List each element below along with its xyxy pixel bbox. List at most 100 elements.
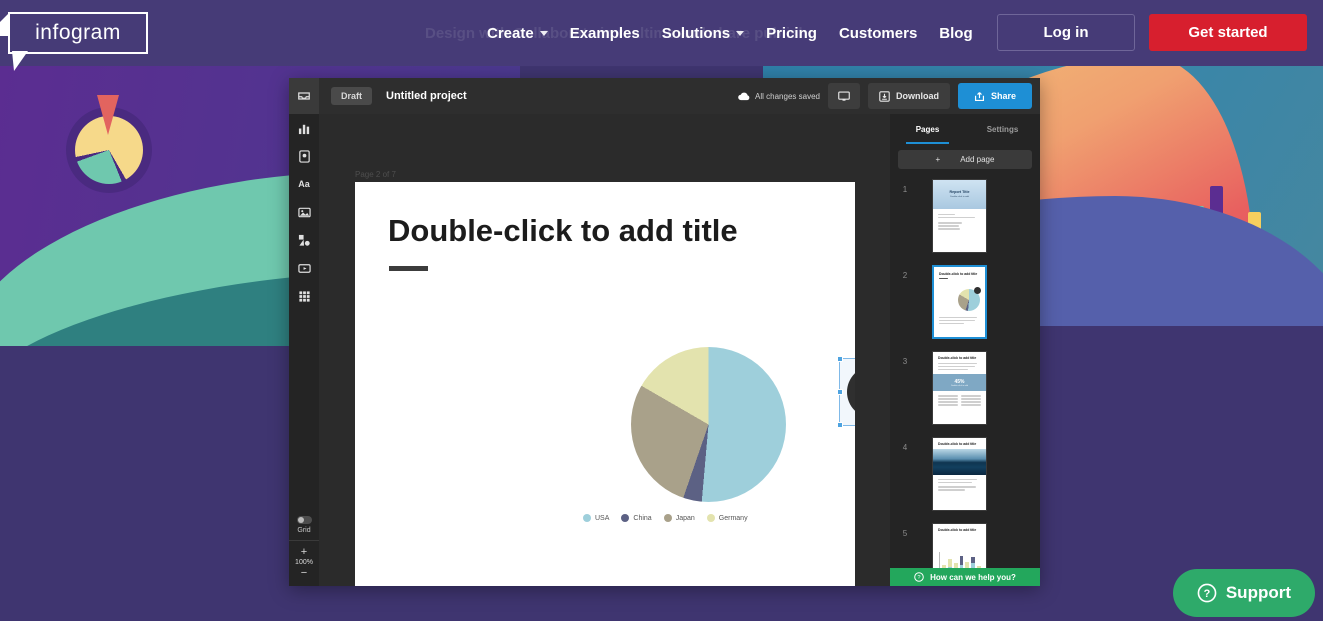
- grid-toggle-group: Grid: [289, 516, 319, 540]
- page-number: 3: [902, 357, 908, 366]
- map-icon[interactable]: [289, 142, 319, 170]
- resize-handle-middle-left[interactable]: [837, 389, 843, 395]
- infogram-logo[interactable]: infogram: [0, 12, 148, 71]
- legend-color-dot: [583, 514, 591, 522]
- save-status: All changes saved: [738, 92, 820, 101]
- question-circle-icon: ?: [1197, 583, 1217, 603]
- page-thumbnail-4[interactable]: Double-click to add title: [932, 437, 987, 511]
- pie-chart-legend: USA China Japan Germany: [583, 514, 748, 522]
- nav-item-create[interactable]: Create: [487, 25, 548, 42]
- page-thumbnail-list: 1 Report Title Double-click to add 2 Double-…: [890, 179, 1040, 586]
- svg-text:?: ?: [918, 575, 921, 581]
- thumbnail-content: Double-click to add title: [934, 267, 985, 337]
- legend-item-usa: USA: [583, 514, 609, 522]
- grid-toggle-label: Grid: [297, 527, 311, 534]
- download-button[interactable]: Download: [867, 83, 950, 109]
- nav-item-customers[interactable]: Customers: [839, 25, 917, 42]
- main-nav: Create Examples Solutions Pricing Customers B…: [487, 0, 973, 66]
- panel-tabs: Pages Settings: [890, 114, 1040, 144]
- chevron-down-icon: [539, 30, 548, 36]
- pie-chart[interactable]: [631, 347, 786, 502]
- page-number: 4: [902, 443, 908, 452]
- page-thumbnail-row: 2 Double-click to add title: [890, 265, 1040, 351]
- chart-icon[interactable]: [289, 114, 319, 142]
- decorative-pie-icon: [66, 95, 152, 193]
- nav-item-examples[interactable]: Examples: [570, 25, 640, 42]
- nav-item-blog[interactable]: Blog: [939, 25, 972, 42]
- nav-item-label: Blog: [939, 24, 973, 42]
- tab-settings[interactable]: Settings: [965, 114, 1040, 144]
- page-thumbnail-3[interactable]: Double-click to add title 45% Double-click…: [932, 351, 987, 425]
- legend-color-dot: [706, 514, 715, 522]
- share-button[interactable]: Share: [957, 83, 1032, 109]
- video-icon[interactable]: [289, 254, 319, 282]
- title-divider-rule: [389, 266, 428, 271]
- site-header: infogram Design with Collaborate in real…: [0, 0, 1323, 71]
- logo-text: infogram: [35, 21, 121, 44]
- support-label: Support: [1225, 583, 1291, 602]
- preview-button[interactable]: [827, 83, 860, 109]
- grid-icon[interactable]: [289, 282, 319, 310]
- nav-item-label: Examples: [569, 24, 640, 42]
- legend-item-japan: Japan: [663, 514, 695, 522]
- help-bar[interactable]: ? How can we help you?: [890, 568, 1040, 586]
- editor-topbar-actions: All changes saved Download Share: [738, 83, 1032, 109]
- project-home-icon[interactable]: [289, 78, 319, 114]
- monitor-icon: [838, 90, 850, 101]
- project-title[interactable]: Untitled project: [386, 90, 467, 102]
- legend-label: USA: [595, 514, 610, 522]
- shapes-icon[interactable]: [289, 226, 319, 254]
- thumbnail-content: Report Title Double-click to add: [933, 180, 986, 252]
- editor-tool-rail: Aa Grid + 100% −: [289, 114, 319, 586]
- page-thumbnail-2[interactable]: Double-click to add title: [932, 265, 987, 339]
- thumbnail-content: Double-click to add title: [933, 438, 986, 510]
- page-thumbnail-1[interactable]: Report Title Double-click to add: [932, 179, 987, 253]
- tool-rail-bottom: Grid + 100% −: [289, 516, 319, 586]
- grid-toggle-switch[interactable]: [296, 516, 312, 524]
- draft-status-badge: Draft: [331, 87, 373, 105]
- add-page-button[interactable]: + Add page: [898, 150, 1032, 169]
- nav-item-label: Pricing: [766, 24, 817, 42]
- zoom-controls: + 100% −: [289, 540, 319, 586]
- cloud-icon: [738, 92, 750, 100]
- image-icon[interactable]: [289, 198, 319, 226]
- page-number: 5: [902, 529, 908, 538]
- slide-title[interactable]: Double-click to add title: [388, 213, 738, 249]
- page-thumbnail-row: 4 Double-click to add title: [890, 437, 1040, 523]
- nav-item-label: Create: [487, 24, 534, 42]
- header-actions: Log in Get started: [997, 14, 1307, 51]
- page-thumbnail-row: 3 Double-click to add title 45% Double-clic…: [890, 351, 1040, 437]
- page-indicator: Page 2 of 7: [355, 170, 396, 179]
- nav-item-pricing[interactable]: Pricing: [766, 25, 817, 42]
- support-widget[interactable]: ? Support: [1172, 569, 1315, 617]
- legend-item-china: China: [621, 514, 652, 522]
- download-label: Download: [895, 91, 939, 101]
- legend-label: Germany: [718, 514, 748, 522]
- text-icon[interactable]: Aa: [289, 170, 319, 198]
- zoom-out-button[interactable]: −: [301, 568, 307, 579]
- plus-icon: +: [935, 155, 941, 164]
- slide-page[interactable]: Double-click to add title USA 58%: [355, 182, 855, 586]
- add-page-label: Add page: [960, 155, 995, 164]
- svg-text:?: ?: [1204, 588, 1211, 600]
- chevron-down-icon: [736, 30, 745, 36]
- resize-handle-bottom-left[interactable]: [837, 422, 843, 428]
- editor-canvas-area[interactable]: Page 2 of 7 Double-click to add title US…: [319, 114, 890, 586]
- download-icon: [879, 90, 890, 102]
- login-button[interactable]: Log in: [997, 14, 1135, 51]
- text-icon-glyph: Aa: [298, 179, 310, 189]
- editor-topbar: Draft Untitled project All changes saved…: [289, 78, 1040, 114]
- share-label: Share: [990, 91, 1016, 101]
- get-started-button[interactable]: Get started: [1149, 14, 1307, 51]
- zoom-in-button[interactable]: +: [301, 547, 307, 558]
- nav-item-label: Solutions: [661, 24, 731, 42]
- nav-item-solutions[interactable]: Solutions: [661, 24, 745, 42]
- page-number: 1: [902, 185, 908, 194]
- legend-item-germany: Germany: [706, 514, 748, 522]
- tab-pages[interactable]: Pages: [890, 114, 965, 144]
- page-thumbnail-row: 1 Report Title Double-click to add: [890, 179, 1040, 265]
- page-number: 2: [902, 271, 908, 280]
- legend-label: China: [633, 514, 652, 522]
- resize-handle-top-left[interactable]: [837, 356, 843, 362]
- legend-color-dot: [663, 514, 672, 522]
